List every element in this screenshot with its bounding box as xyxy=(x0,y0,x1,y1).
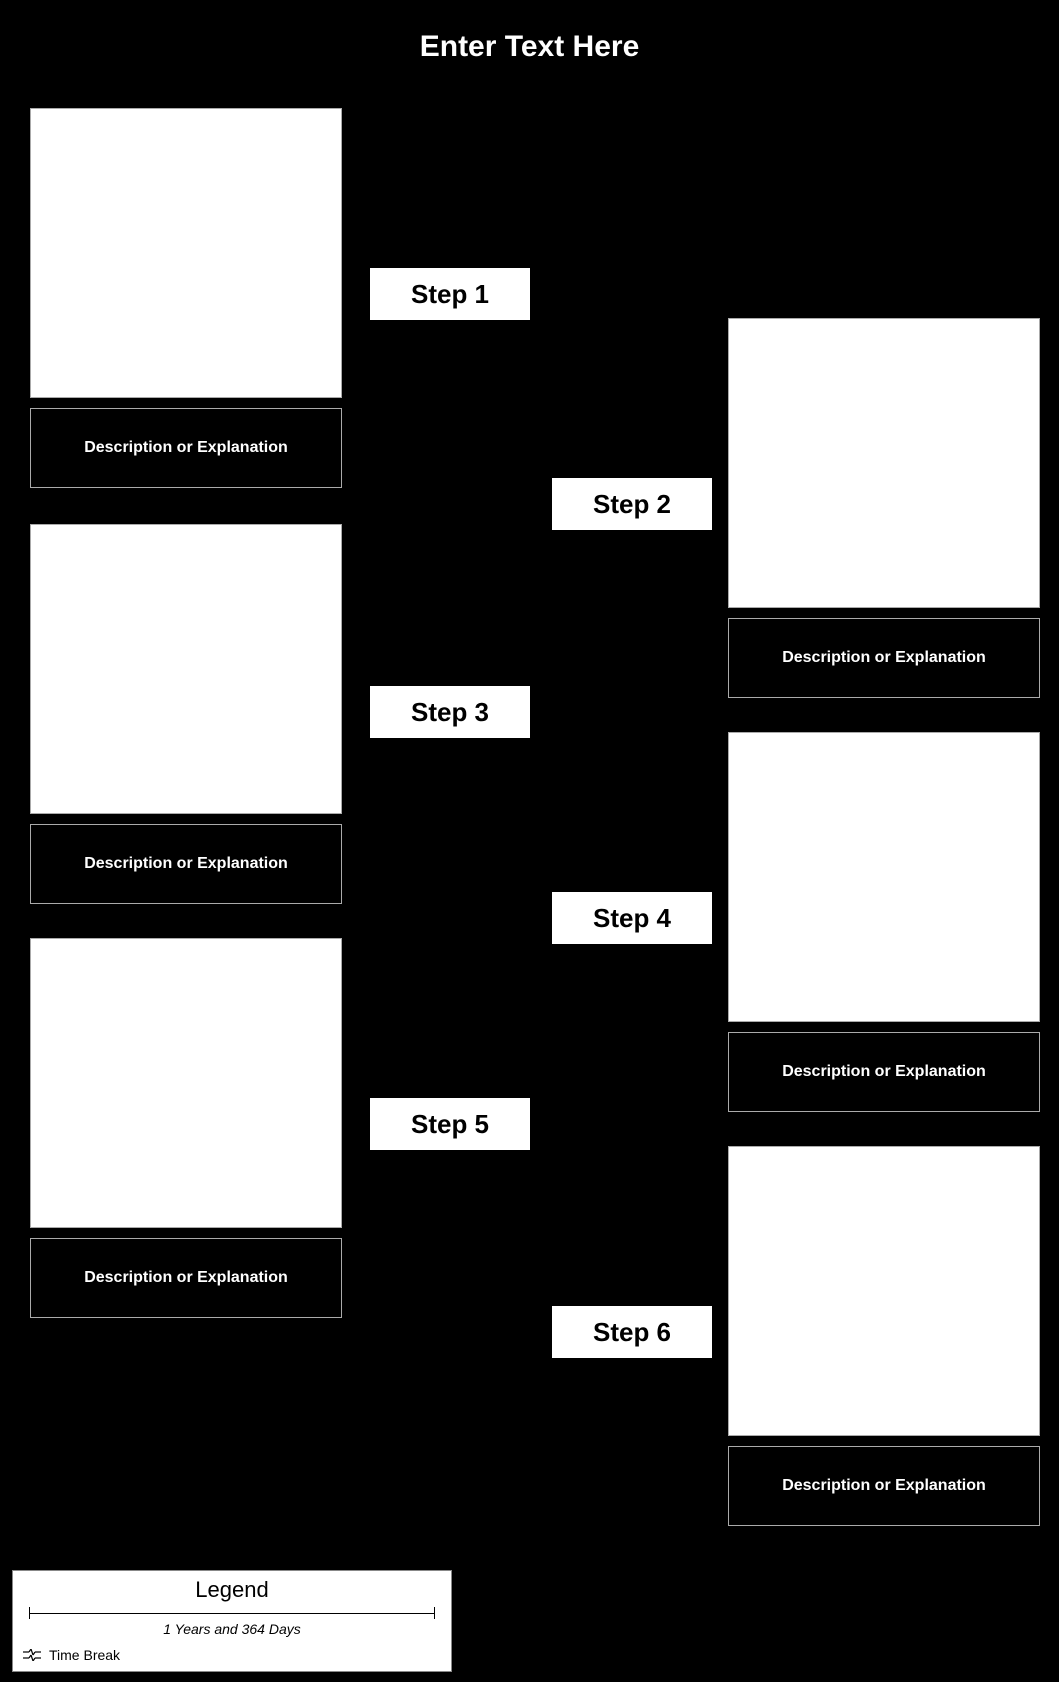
legend-title: Legend xyxy=(23,1577,441,1603)
step-label-5[interactable]: Step 5 xyxy=(370,1098,530,1150)
step-card-4: Description or Explanation xyxy=(728,732,1040,1112)
step-label-3[interactable]: Step 3 xyxy=(370,686,530,738)
step-card-6: Description or Explanation xyxy=(728,1146,1040,1526)
step-description-3[interactable]: Description or Explanation xyxy=(30,824,342,904)
timeline-canvas: Enter Text Here Description or Explanati… xyxy=(0,0,1059,1682)
legend-scale-line xyxy=(29,1613,435,1614)
step-description-1[interactable]: Description or Explanation xyxy=(30,408,342,488)
step-image-3[interactable] xyxy=(30,524,342,814)
time-break-icon xyxy=(23,1649,41,1661)
step-label-2[interactable]: Step 2 xyxy=(552,478,712,530)
step-image-4[interactable] xyxy=(728,732,1040,1022)
legend-time-break-row: Time Break xyxy=(23,1647,441,1663)
legend-scale xyxy=(29,1607,435,1619)
legend-scale-label: 1 Years and 364 Days xyxy=(23,1621,441,1637)
step-description-2[interactable]: Description or Explanation xyxy=(728,618,1040,698)
step-label-1[interactable]: Step 1 xyxy=(370,268,530,320)
step-card-3: Description or Explanation xyxy=(30,524,342,904)
step-description-5[interactable]: Description or Explanation xyxy=(30,1238,342,1318)
step-card-1: Description or Explanation xyxy=(30,108,342,488)
step-image-1[interactable] xyxy=(30,108,342,398)
page-title[interactable]: Enter Text Here xyxy=(0,0,1059,64)
step-card-5: Description or Explanation xyxy=(30,938,342,1318)
legend-scale-tick-right xyxy=(434,1607,435,1619)
step-label-4[interactable]: Step 4 xyxy=(552,892,712,944)
step-image-6[interactable] xyxy=(728,1146,1040,1436)
step-card-2: Description or Explanation xyxy=(728,318,1040,698)
step-image-5[interactable] xyxy=(30,938,342,1228)
step-description-4[interactable]: Description or Explanation xyxy=(728,1032,1040,1112)
legend-panel: Legend 1 Years and 364 Days xyxy=(12,1570,452,1672)
step-image-2[interactable] xyxy=(728,318,1040,608)
step-description-6[interactable]: Description or Explanation xyxy=(728,1446,1040,1526)
legend-time-break-label: Time Break xyxy=(49,1647,120,1663)
step-label-6[interactable]: Step 6 xyxy=(552,1306,712,1358)
